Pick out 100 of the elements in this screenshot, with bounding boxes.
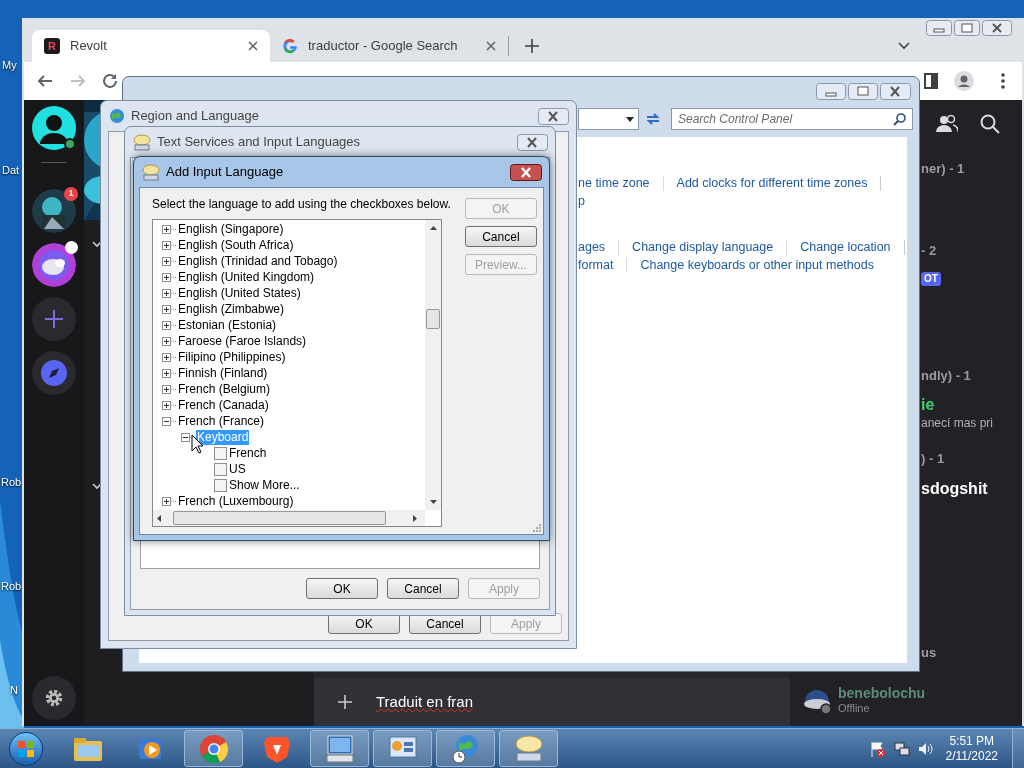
close-icon[interactable] (517, 133, 548, 151)
checkbox-label: Show More... (229, 477, 300, 494)
expand-icon[interactable] (162, 304, 171, 314)
network-icon[interactable] (893, 740, 910, 757)
member-name[interactable]: ie (921, 395, 935, 415)
link[interactable]: Add clocks for different time zones (676, 173, 868, 193)
flag-icon[interactable] (869, 740, 886, 757)
close-icon[interactable] (982, 20, 1012, 36)
profile-icon[interactable] (954, 71, 974, 91)
plus-icon[interactable] (338, 695, 352, 709)
desktop-icon-label[interactable]: Rob (1, 579, 22, 593)
expand-icon[interactable] (162, 240, 171, 250)
search-icon[interactable] (980, 114, 1000, 134)
link[interactable]: Change display language (632, 237, 774, 257)
expand-icon[interactable] (162, 320, 171, 330)
checkbox-label: US (229, 461, 246, 478)
avatar-icon[interactable] (32, 106, 76, 150)
tree-item[interactable]: Estonian (Estonia) (177, 317, 278, 333)
maximize-icon[interactable] (848, 83, 878, 100)
user-status: Offline (838, 702, 871, 715)
member-name[interactable]: sdogshit (921, 479, 988, 499)
tree-item[interactable]: English (United States) (177, 285, 302, 301)
link[interactable]: ages (578, 237, 606, 257)
clock[interactable]: 5:51 PM 2/11/2022 (945, 733, 998, 764)
scroll-up-icon[interactable] (429, 226, 437, 230)
add-server-button[interactable] (32, 297, 76, 341)
show-desktop-button[interactable] (1012, 728, 1024, 768)
link[interactable]: ne time zone (578, 173, 650, 193)
tree-item[interactable]: French (Canada) (177, 397, 270, 413)
taskbar-button[interactable] (310, 730, 369, 767)
link[interactable]: Change keyboards or other input methods (640, 255, 874, 275)
horizontal-scrollbar[interactable] (153, 510, 425, 526)
scroll-right-icon[interactable] (413, 514, 417, 522)
checkbox[interactable] (214, 462, 227, 476)
expand-icon[interactable] (162, 256, 171, 266)
settings-button[interactable] (32, 676, 76, 720)
taskbar-button[interactable] (184, 730, 243, 767)
collapse-icon[interactable] (181, 432, 190, 442)
tree-item[interactable]: English (Zimbabwe) (177, 301, 286, 317)
link[interactable]: p (578, 191, 585, 211)
menu-icon[interactable] (1001, 73, 1005, 89)
expand-icon[interactable] (162, 336, 171, 346)
reload-icon[interactable] (101, 72, 119, 90)
search-field[interactable]: Search Control Panel (671, 108, 913, 130)
scroll-down-icon[interactable] (429, 500, 437, 504)
expand-icon[interactable] (162, 352, 171, 362)
link[interactable]: Change location (800, 237, 891, 257)
browser-tab[interactable]: traductor - Google Search (270, 30, 508, 62)
scroll-left-icon[interactable] (157, 514, 161, 522)
expand-icon[interactable] (162, 224, 171, 234)
dropdown-arrow-icon[interactable] (626, 116, 634, 122)
desktop-icon-label[interactable]: Rob (1, 475, 22, 489)
message-input[interactable]: Traduit en fran (314, 678, 790, 726)
keyboard-icon (323, 732, 356, 765)
expand-icon[interactable] (162, 384, 171, 394)
tree-item[interactable]: Finnish (Finland) (177, 365, 269, 381)
tree-item[interactable]: English (Trinidad and Tobago) (177, 253, 339, 269)
tree-item[interactable]: French (Luxembourg) (177, 493, 295, 509)
expand-icon[interactable] (162, 400, 171, 410)
resize-grip-icon[interactable] (533, 524, 541, 532)
maximize-icon[interactable] (954, 20, 980, 36)
tree-item[interactable]: French (Belgium) (177, 381, 272, 397)
tree-item[interactable]: English (United Kingdom) (177, 269, 316, 285)
expand-icon[interactable] (162, 368, 171, 378)
desktop-icon-label[interactable]: Dat (2, 163, 20, 177)
tree-item[interactable]: Faroese (Faroe Islands) (177, 333, 308, 349)
scrollbar-thumb[interactable] (426, 309, 440, 329)
dialog-button[interactable]: Cancel (464, 226, 537, 247)
taskbar-button[interactable] (436, 730, 495, 767)
expand-icon[interactable] (162, 496, 171, 506)
checkbox[interactable] (214, 478, 227, 492)
checkbox[interactable] (214, 446, 227, 460)
tree-item[interactable]: English (South Africa) (177, 237, 295, 253)
collapse-icon[interactable] (162, 416, 171, 426)
expand-icon[interactable] (162, 272, 171, 282)
side-panel-icon[interactable] (924, 73, 938, 89)
new-tab-icon[interactable] (525, 39, 539, 53)
tree-item[interactable]: Filipino (Philippines) (177, 349, 287, 365)
taskbar-button[interactable] (373, 730, 432, 767)
browser-tab[interactable]: R Revolt (32, 30, 270, 62)
vertical-scrollbar[interactable] (425, 220, 441, 510)
dialog-button[interactable]: OK (306, 578, 378, 599)
desktop-icon-label[interactable]: My (2, 58, 17, 72)
link[interactable]: format (578, 255, 614, 275)
dialog-button[interactable]: Cancel (387, 578, 459, 599)
language-tree[interactable] (152, 219, 442, 527)
scrollbar-thumb[interactable] (173, 511, 386, 525)
taskbar-button[interactable] (499, 730, 558, 767)
expand-icon[interactable] (162, 288, 171, 298)
discover-button[interactable] (32, 351, 76, 395)
tree-item[interactable]: English (Singapore) (177, 221, 285, 237)
close-icon[interactable] (248, 41, 258, 51)
chevron-down-icon[interactable] (898, 42, 910, 50)
people-icon[interactable] (936, 115, 958, 133)
close-icon[interactable] (538, 107, 569, 125)
tree-item[interactable]: French (France) (177, 413, 266, 429)
start-button[interactable] (9, 731, 43, 766)
close-icon[interactable] (510, 163, 542, 181)
desktop-icon-label[interactable]: N (10, 683, 18, 697)
close-icon[interactable] (880, 83, 911, 100)
